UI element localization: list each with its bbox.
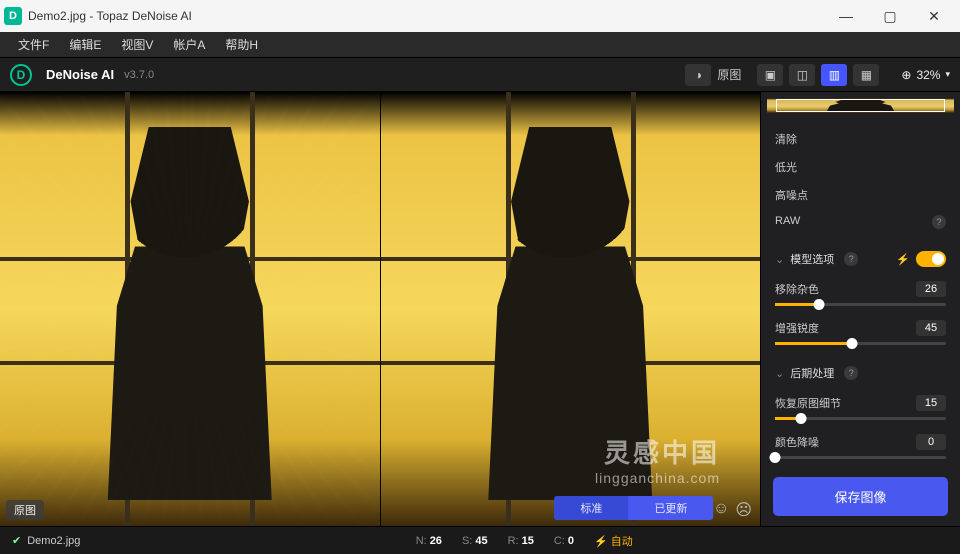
- menu-edit[interactable]: 编辑E: [59, 32, 111, 58]
- auto-link[interactable]: ⚡ 自动: [594, 533, 633, 549]
- toolbar: D DeNoise AI v3.7.0 ◑ 原图 ▣ ◫ ▥ ▦ ⊕ 32% ▾: [0, 58, 960, 92]
- bolt-icon: ⚡: [896, 253, 910, 266]
- menu-view[interactable]: 视图V: [111, 32, 163, 58]
- toggle-original-icon[interactable]: ◑: [685, 64, 711, 86]
- status-bar: ✔ Demo2.jpg N:26 S:45 R:15 C:0 ⚡ 自动: [0, 526, 960, 554]
- pane-processed: 标准 已更新 ☺ ☹ 灵感中国 lingganchina.com: [381, 92, 761, 526]
- preset-highnoise[interactable]: 高噪点: [775, 181, 946, 209]
- view-split-button[interactable]: ◫: [789, 64, 815, 86]
- feedback-happy-icon[interactable]: ☺: [713, 500, 729, 520]
- menu-file[interactable]: 文件F: [8, 32, 59, 58]
- preset-lowlight[interactable]: 低光: [775, 153, 946, 181]
- processing-status: 标准 已更新: [554, 496, 713, 520]
- preset-raw[interactable]: RAW?: [775, 209, 946, 235]
- remove-noise-label: 移除杂色: [775, 281, 819, 297]
- recover-detail-label: 恢复原图细节: [775, 395, 841, 411]
- window-titlebar: D Demo2.jpg - Topaz DeNoise AI — ▢ ✕: [0, 0, 960, 32]
- recover-detail-slider[interactable]: [775, 417, 946, 420]
- app-version: v3.7.0: [124, 69, 154, 81]
- side-panel: 清除 低光 高噪点 RAW? ⌄ 模型选项? ⚡ 移除杂色 26 增强锐度 45 ⌄…: [760, 92, 960, 526]
- zoom-dropdown-icon[interactable]: ▾: [945, 69, 950, 80]
- remove-noise-value: 26: [916, 281, 946, 297]
- stat-c: C:0: [554, 535, 574, 547]
- app-icon: D: [4, 7, 22, 25]
- app-name: DeNoise AI: [46, 67, 114, 82]
- save-image-button[interactable]: 保存图像: [773, 477, 948, 516]
- close-button[interactable]: ✕: [912, 0, 956, 32]
- stat-s: S:45: [462, 535, 488, 547]
- remove-noise-slider[interactable]: [775, 303, 946, 306]
- chevron-down-icon: ⌄: [775, 367, 784, 380]
- window-title: Demo2.jpg - Topaz DeNoise AI: [28, 9, 192, 23]
- sharpen-label: 增强锐度: [775, 320, 819, 336]
- pane-original: 原图: [0, 92, 380, 526]
- original-label: 原图: [717, 66, 741, 83]
- view-sidebyside-button[interactable]: ▥: [821, 64, 847, 86]
- color-noise-value: 0: [916, 434, 946, 450]
- status-standard: 标准: [554, 496, 628, 520]
- check-icon: ✔: [12, 534, 21, 547]
- preset-clear[interactable]: 清除: [775, 125, 946, 153]
- zoom-value[interactable]: 32%: [916, 68, 940, 82]
- stat-r: R:15: [508, 535, 534, 547]
- view-grid-button[interactable]: ▦: [853, 64, 879, 86]
- help-icon: ?: [844, 252, 858, 266]
- navigator-thumbnail[interactable]: [761, 92, 960, 119]
- status-updated: 已更新: [628, 496, 713, 520]
- sharpen-slider[interactable]: [775, 342, 946, 345]
- section-model-options[interactable]: ⌄ 模型选项? ⚡: [761, 241, 960, 277]
- view-single-button[interactable]: ▣: [757, 64, 783, 86]
- menu-help[interactable]: 帮助H: [215, 32, 268, 58]
- chevron-down-icon: ⌄: [775, 253, 784, 266]
- feedback-sad-icon[interactable]: ☹: [735, 500, 752, 520]
- original-tag: 原图: [6, 500, 44, 520]
- auto-toggle[interactable]: [916, 251, 946, 267]
- section-post-process[interactable]: ⌄ 后期处理?: [761, 355, 960, 391]
- color-noise-label: 颜色降噪: [775, 434, 819, 450]
- status-filename[interactable]: Demo2.jpg: [27, 535, 80, 547]
- maximize-button[interactable]: ▢: [868, 0, 912, 32]
- logo-icon: D: [10, 64, 32, 86]
- help-icon: ?: [844, 366, 858, 380]
- recover-detail-value: 15: [916, 395, 946, 411]
- stat-n: N:26: [416, 535, 442, 547]
- menu-bar: 文件F 编辑E 视图V 帐户A 帮助H: [0, 32, 960, 58]
- sharpen-value: 45: [916, 320, 946, 336]
- minimize-button[interactable]: —: [824, 0, 868, 32]
- help-icon: ?: [932, 215, 946, 229]
- color-noise-slider[interactable]: [775, 456, 946, 459]
- zoom-in-icon[interactable]: ⊕: [901, 68, 911, 82]
- menu-account[interactable]: 帐户A: [163, 32, 215, 58]
- image-viewport[interactable]: 原图 标准 已更新 ☺ ☹ 灵感中国 lingganchina.com: [0, 92, 760, 526]
